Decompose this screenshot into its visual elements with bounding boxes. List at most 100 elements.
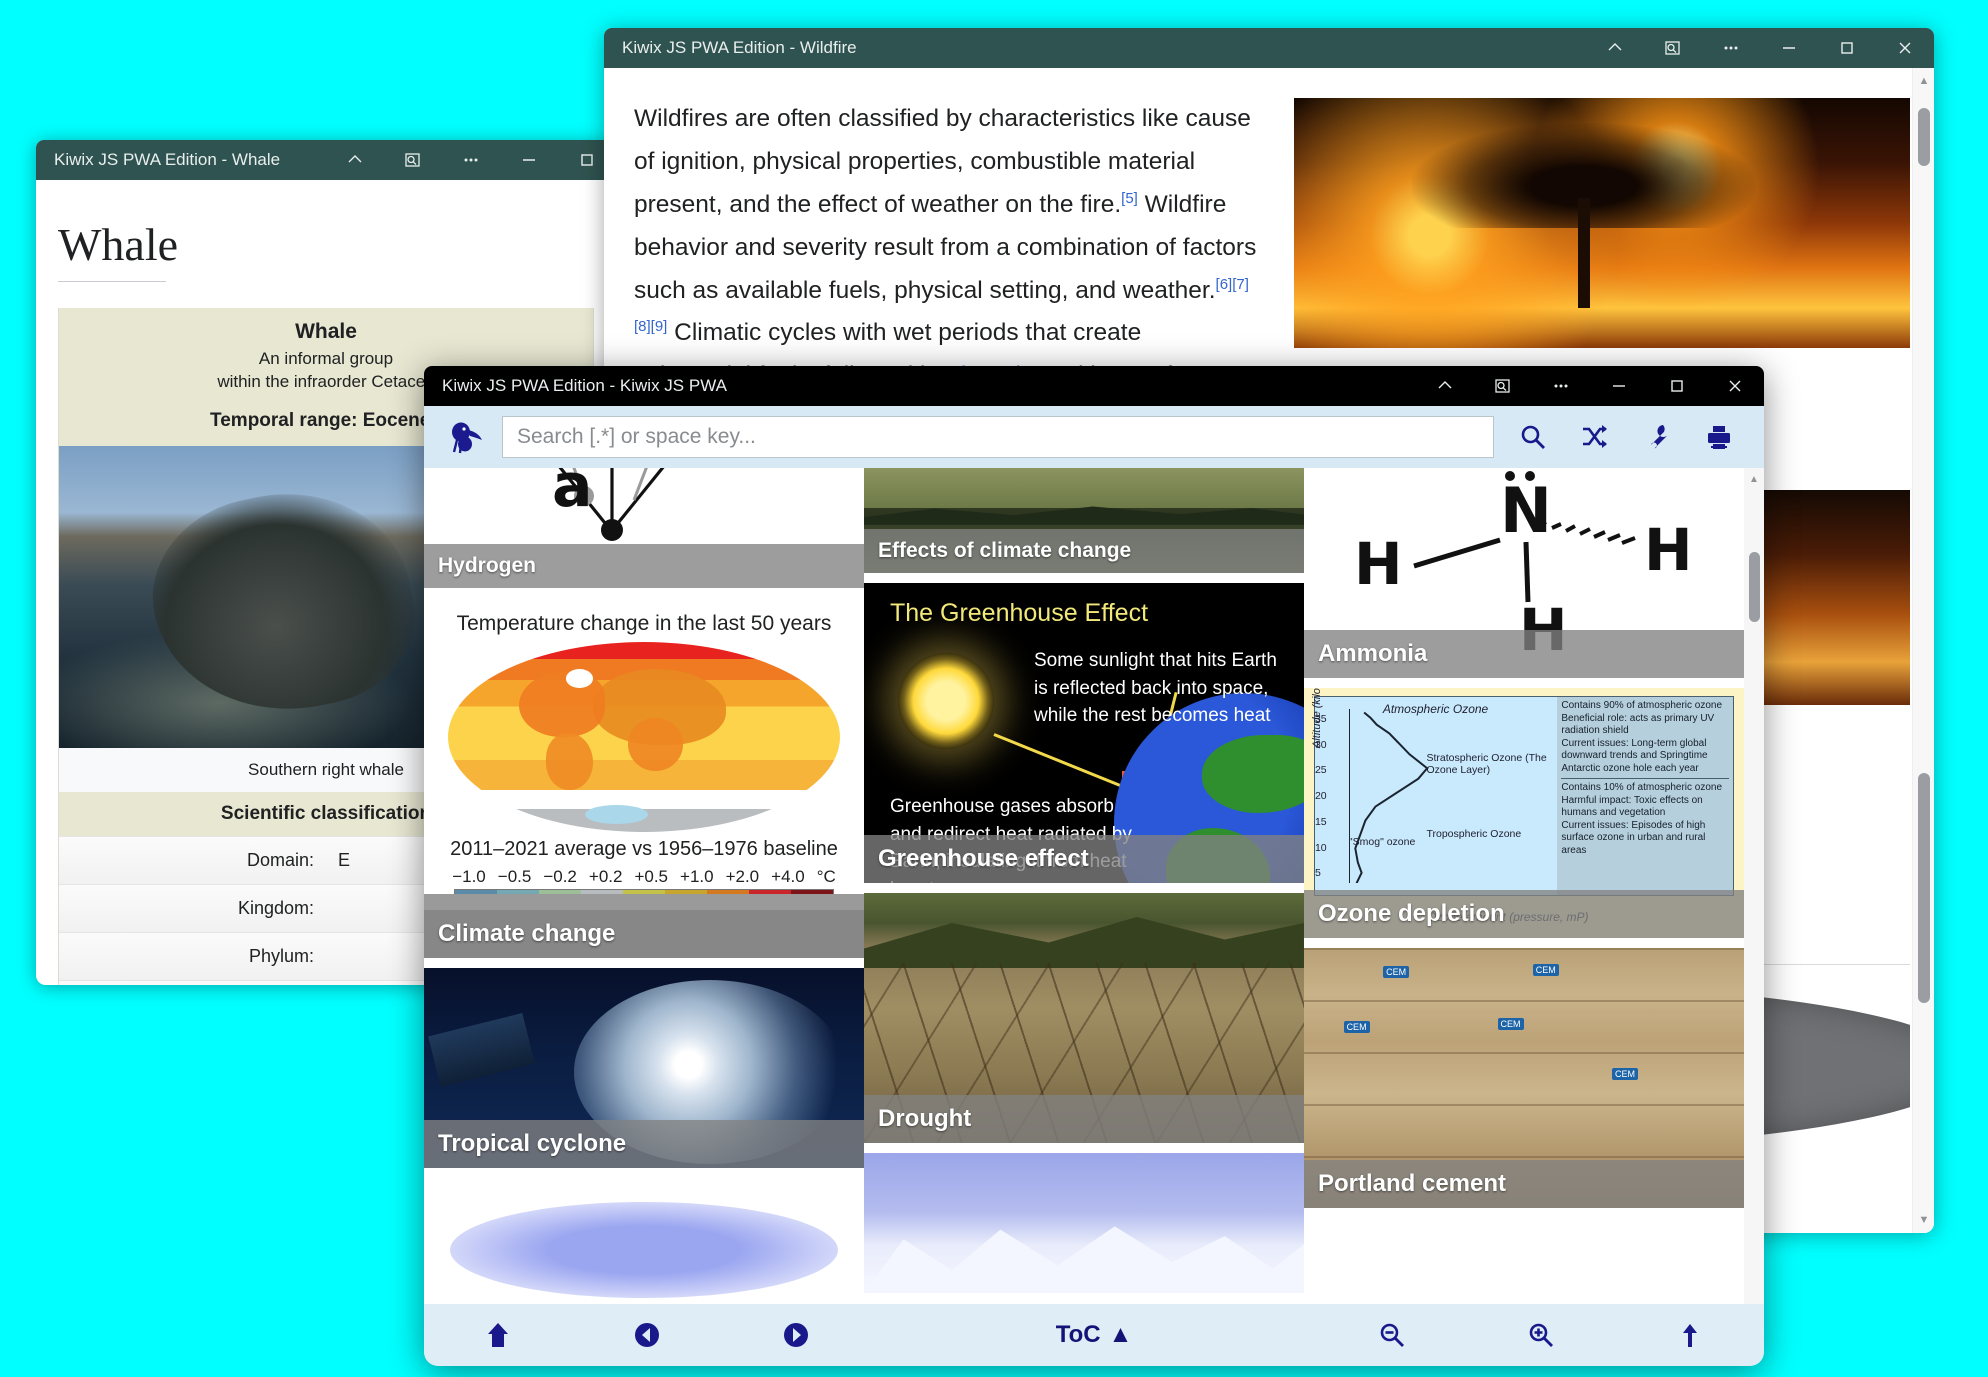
neutral-patch-greenland bbox=[565, 668, 594, 688]
tile-effects-of-climate-change[interactable]: Effects of climate change bbox=[863, 468, 1304, 573]
search-in-page-icon[interactable] bbox=[1474, 366, 1532, 406]
annotation-tropospheric: Tropospheric Ozone bbox=[1426, 827, 1522, 840]
nav-segment bbox=[424, 1320, 871, 1350]
scrollbar-thumb[interactable] bbox=[1918, 108, 1930, 166]
chevron-up-icon[interactable] bbox=[1586, 28, 1644, 68]
ozone-chart: Atmospheric Ozone Altitude (kilometers) … bbox=[1311, 688, 1734, 896]
svg-text:N: N bbox=[1500, 474, 1552, 547]
close-icon[interactable] bbox=[1706, 366, 1764, 406]
tile-label: Climate change bbox=[424, 910, 864, 958]
configure-button[interactable] bbox=[1626, 413, 1688, 461]
search-articles-button[interactable] bbox=[1502, 413, 1564, 461]
warm-region-africa bbox=[628, 718, 684, 772]
scroll-down-arrow-icon[interactable]: ▼ bbox=[1913, 1207, 1934, 1233]
search-in-page-icon[interactable] bbox=[384, 140, 442, 180]
colorbar-unit: °C bbox=[816, 867, 836, 886]
tick-label: +0.2 bbox=[588, 867, 623, 886]
divider bbox=[1561, 778, 1729, 779]
wildfire-window-controls bbox=[1586, 28, 1934, 68]
more-options-icon[interactable] bbox=[1702, 28, 1760, 68]
scroll-up-arrow-icon[interactable]: ▲ bbox=[1744, 468, 1764, 490]
annotation-stratospheric: Stratospheric Ozone (The Ozone Layer) bbox=[1426, 752, 1547, 777]
kiwix-toolbar: Search [.*] or space key... bbox=[424, 406, 1764, 468]
taxon-key: Class: bbox=[59, 981, 326, 985]
back-button[interactable] bbox=[632, 1320, 662, 1350]
tile-label: Portland cement bbox=[1303, 1160, 1744, 1208]
more-options-icon[interactable] bbox=[1532, 366, 1590, 406]
tile-hydrogen[interactable]: a Hydrogen bbox=[424, 468, 864, 588]
tile-label: Drought bbox=[863, 1095, 1304, 1143]
chevron-up-icon[interactable] bbox=[1416, 366, 1474, 406]
y-tick: 20 bbox=[1314, 790, 1327, 803]
tick-label: +0.5 bbox=[634, 867, 669, 886]
kiwix-bird-logo[interactable] bbox=[438, 415, 492, 459]
chart-title: Temperature change in the last 50 years bbox=[456, 612, 832, 635]
annotation-smog: "Smog" ozone bbox=[1348, 835, 1416, 848]
more-options-icon[interactable] bbox=[442, 140, 500, 180]
toc-segment: ToC ▲ bbox=[871, 1321, 1318, 1349]
minimize-icon[interactable] bbox=[1590, 366, 1648, 406]
background-hill bbox=[863, 917, 1304, 968]
ozone-curve bbox=[1349, 709, 1475, 883]
tile-tropical-cyclone[interactable]: Tropical cyclone bbox=[424, 968, 864, 1168]
whale-window-title: Kiwix JS PWA Edition - Whale bbox=[54, 150, 281, 169]
y-tick: 5 bbox=[1314, 867, 1321, 880]
maximize-icon[interactable] bbox=[1648, 366, 1706, 406]
tile-column-3: N H H H Ammonia bbox=[1303, 468, 1744, 1304]
landmass-north bbox=[1202, 734, 1304, 813]
scrollbar-thumb[interactable] bbox=[1749, 552, 1760, 622]
forward-button[interactable] bbox=[781, 1320, 811, 1350]
front-window-title: Kiwix JS PWA Edition - Kiwix JS PWA bbox=[442, 376, 727, 395]
tile-ammonia[interactable]: N H H H Ammonia bbox=[1303, 468, 1744, 678]
front-titlebar[interactable]: Kiwix JS PWA Edition - Kiwix JS PWA bbox=[424, 366, 1764, 406]
tile-greenhouse-effect[interactable]: The Greenhouse Effect Some sunlight that… bbox=[863, 583, 1304, 883]
svg-text:H: H bbox=[1354, 530, 1403, 598]
home-button[interactable] bbox=[483, 1320, 513, 1350]
chevron-up-icon[interactable] bbox=[326, 140, 384, 180]
wildfire-scrollbar[interactable]: ▲ ▼ bbox=[1912, 68, 1934, 1233]
temperature-anomaly-map bbox=[448, 642, 840, 832]
brand-logo: CEM bbox=[1532, 963, 1559, 976]
tile-label: Effects of climate change bbox=[863, 529, 1304, 573]
tile-label: Greenhouse effect bbox=[863, 835, 1304, 883]
search-in-page-icon[interactable] bbox=[1644, 28, 1702, 68]
minimize-icon[interactable] bbox=[1760, 28, 1818, 68]
taxon-key: Phylum: bbox=[248, 945, 314, 966]
article-tile-grid[interactable]: a Hydrogen Temperature change in the las… bbox=[424, 468, 1764, 1304]
scroll-top-button[interactable] bbox=[1675, 1320, 1705, 1350]
tile-label: Ozone depletion bbox=[1303, 890, 1744, 938]
tree-trunk bbox=[1577, 198, 1590, 308]
close-icon[interactable] bbox=[1876, 28, 1934, 68]
tile-climate-change[interactable]: Temperature change in the last 50 years … bbox=[424, 598, 864, 958]
taxon-key: Kingdom: bbox=[237, 897, 314, 918]
scroll-up-arrow-icon[interactable]: ▲ bbox=[1913, 68, 1934, 94]
tile-portland-cement[interactable]: CEM CEM CEM CEM CEM Portland cement bbox=[1303, 948, 1744, 1208]
toc-button[interactable]: ToC ▲ bbox=[1056, 1321, 1133, 1349]
kiwix-pwa-window[interactable]: Kiwix JS PWA Edition - Kiwix JS PWA Sear… bbox=[424, 366, 1764, 1366]
whale-titlebar[interactable]: Kiwix JS PWA Edition - Whale bbox=[36, 140, 616, 180]
tile-antarctica-map[interactable] bbox=[424, 1178, 864, 1304]
tick-label: +4.0 bbox=[771, 867, 805, 886]
tile-ozone-depletion[interactable]: Atmospheric Ozone Altitude (kilometers) … bbox=[1303, 688, 1744, 938]
search-input[interactable]: Search [.*] or space key... bbox=[502, 416, 1494, 458]
content-scrollbar[interactable]: ▲ bbox=[1744, 468, 1764, 1304]
maximize-icon[interactable] bbox=[1818, 28, 1876, 68]
bullet: Current issues: Episodes of high surface… bbox=[1561, 819, 1706, 856]
minimize-icon[interactable] bbox=[500, 140, 558, 180]
colorbar-ticks-celsius: −1.0 −0.5 −0.2 +0.2 +0.5 +1.0 +2.0 +4.0 … bbox=[424, 863, 864, 889]
whale-window-controls bbox=[326, 140, 616, 180]
y-tick: 15 bbox=[1314, 815, 1327, 828]
wildfire-titlebar[interactable]: Kiwix JS PWA Edition - Wildfire bbox=[604, 28, 1934, 68]
zoom-out-button[interactable] bbox=[1377, 1320, 1407, 1350]
tile-drought[interactable]: Drought bbox=[863, 893, 1304, 1143]
tick-label: −1.0 bbox=[452, 867, 486, 886]
tile-glacier-photo[interactable] bbox=[863, 1153, 1304, 1293]
print-button[interactable] bbox=[1688, 413, 1750, 461]
zoom-in-button[interactable] bbox=[1526, 1320, 1556, 1350]
brand-logo: CEM bbox=[1343, 1020, 1370, 1033]
random-article-button[interactable] bbox=[1564, 413, 1626, 461]
scrollbar-thumb-lower[interactable] bbox=[1918, 773, 1930, 1003]
tick-label: −0.5 bbox=[497, 867, 532, 886]
citation-ref[interactable]: [5] bbox=[1121, 190, 1138, 207]
chart-subtitle: 2011–2021 average vs 1956–1976 baseline bbox=[450, 838, 838, 860]
